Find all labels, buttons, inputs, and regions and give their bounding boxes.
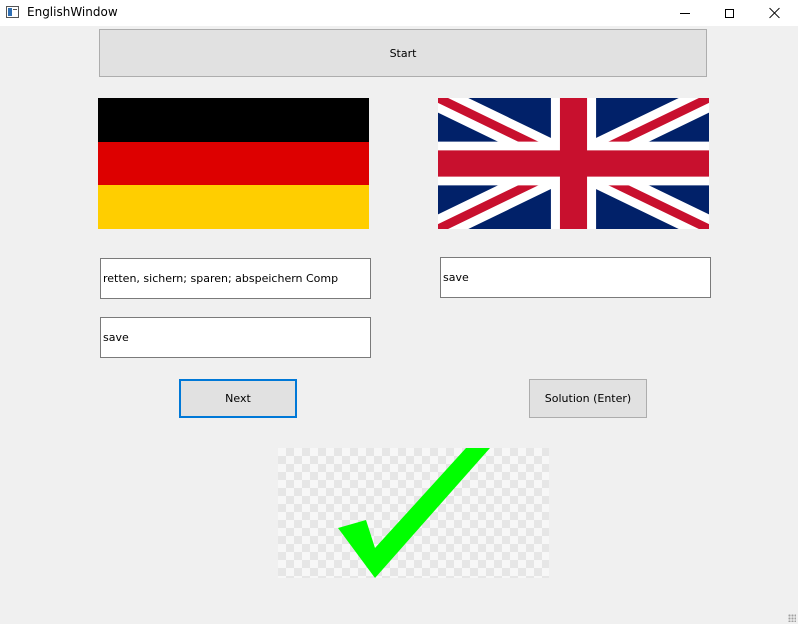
minimize-icon bbox=[680, 12, 690, 14]
start-button[interactable]: Start bbox=[99, 29, 707, 77]
german-word-field[interactable]: retten, sichern; sparen; abspeichern Com… bbox=[100, 258, 371, 299]
window-title: EnglishWindow bbox=[27, 5, 118, 19]
checkmark-icon bbox=[338, 448, 490, 578]
german-flag-image bbox=[98, 98, 369, 229]
close-icon bbox=[769, 7, 781, 19]
uk-flag-image bbox=[438, 98, 709, 229]
minimize-button[interactable] bbox=[662, 0, 708, 26]
maximize-icon bbox=[724, 8, 734, 18]
answer-input[interactable]: save bbox=[100, 317, 371, 358]
german-flag-black-stripe bbox=[98, 98, 369, 142]
german-flag-gold-stripe bbox=[98, 185, 369, 229]
resize-grip[interactable] bbox=[788, 614, 796, 622]
german-flag-red-stripe bbox=[98, 142, 369, 185]
title-bar: EnglishWindow bbox=[0, 0, 798, 26]
result-image bbox=[278, 448, 549, 578]
close-button[interactable] bbox=[752, 0, 798, 26]
app-icon bbox=[6, 6, 19, 18]
next-button[interactable]: Next bbox=[179, 379, 297, 418]
solution-button[interactable]: Solution (Enter) bbox=[529, 379, 647, 418]
english-word-field[interactable]: save bbox=[440, 257, 711, 298]
maximize-button[interactable] bbox=[706, 0, 752, 26]
